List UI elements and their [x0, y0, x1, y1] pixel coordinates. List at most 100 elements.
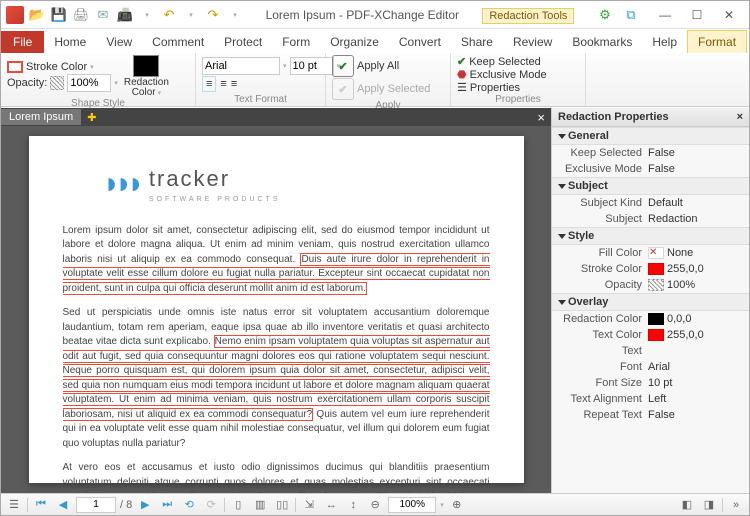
- section-subject[interactable]: Subject: [552, 177, 749, 195]
- apply-selected-button[interactable]: ✔Apply Selected: [332, 78, 430, 100]
- layout-cont-icon[interactable]: ▥: [251, 497, 269, 513]
- tab-home[interactable]: Home: [44, 31, 96, 53]
- prop-stroke-color[interactable]: Stroke Color255,0,0: [552, 261, 749, 277]
- font-input[interactable]: [202, 57, 280, 75]
- apply-all-button[interactable]: ✔Apply All: [332, 55, 430, 77]
- panel-header: Redaction Properties×: [552, 108, 749, 127]
- fit-page-icon[interactable]: ⇲: [300, 497, 318, 513]
- paragraph-1: Lorem ipsum dolor sit amet, consectetur …: [63, 224, 490, 297]
- redaction-properties-panel: Redaction Properties× General Keep Selec…: [551, 108, 749, 493]
- doc-close-button[interactable]: ×: [531, 110, 551, 125]
- nav-back-icon[interactable]: ⟲: [180, 497, 198, 513]
- zoom-in-icon[interactable]: ⊕: [448, 497, 466, 513]
- tab-protect[interactable]: Protect: [214, 31, 272, 53]
- group-label: Text Format: [202, 94, 319, 105]
- options-icon[interactable]: ☰: [5, 497, 23, 513]
- zoom-input[interactable]: [388, 497, 436, 513]
- document-tabs: Lorem Ipsum ✚ ×: [1, 108, 551, 126]
- prev-page-icon[interactable]: ◀: [54, 497, 72, 513]
- prop-opacity[interactable]: Opacity100%: [552, 277, 749, 293]
- app-icon[interactable]: [5, 5, 25, 25]
- prop-text-color[interactable]: Text Color255,0,0: [552, 327, 749, 343]
- qat-drop-icon[interactable]: ▾: [137, 5, 157, 25]
- redaction-color-button[interactable]: RedactionColor ▾: [124, 55, 169, 98]
- layout-single-icon[interactable]: ▯: [229, 497, 247, 513]
- next-page-icon[interactable]: ▶: [136, 497, 154, 513]
- tab-convert[interactable]: Convert: [389, 31, 451, 53]
- prop-font-size[interactable]: Font Size10 pt: [552, 375, 749, 391]
- prop-exclusive-mode[interactable]: Exclusive ModeFalse: [552, 161, 749, 177]
- group-shape-style: Stroke Color ▾ Opacity:▾ RedactionColor …: [1, 53, 196, 106]
- prop-fill-color[interactable]: Fill Color✕None: [552, 245, 749, 261]
- email-icon[interactable]: ✉: [93, 5, 113, 25]
- tab-bookmarks[interactable]: Bookmarks: [562, 31, 642, 53]
- prop-repeat-text[interactable]: Repeat TextFalse: [552, 407, 749, 423]
- prop-keep-selected[interactable]: Keep SelectedFalse: [552, 145, 749, 161]
- section-general[interactable]: General: [552, 127, 749, 145]
- apply-all-icon: ✔: [332, 55, 354, 77]
- file-tab[interactable]: File: [1, 31, 44, 53]
- align-center-icon[interactable]: ≡: [220, 78, 226, 90]
- prop-subject-kind[interactable]: Subject KindDefault: [552, 195, 749, 211]
- first-page-icon[interactable]: ⏮: [32, 497, 50, 513]
- page: ◗◗◗ tracker SOFTWARE PRODUCTS Lorem ipsu…: [29, 136, 524, 483]
- nav-fwd-icon[interactable]: ⟳: [202, 497, 220, 513]
- window-title-area: Lorem Ipsum - PDF-XChange Editor Redacti…: [249, 8, 591, 22]
- save-icon[interactable]: 💾: [49, 5, 69, 25]
- stroke-color-swatch: [648, 263, 664, 275]
- new-tab-button[interactable]: ✚: [81, 111, 102, 124]
- exclusive-icon: ⬣: [457, 68, 467, 81]
- layout-two-icon[interactable]: ▯▯: [273, 497, 291, 513]
- zoom-drop-icon[interactable]: ▾: [440, 501, 444, 509]
- stroke-swatch-icon: [7, 61, 23, 73]
- sidebar-right-icon[interactable]: ◨: [700, 497, 718, 513]
- opacity-input[interactable]: [67, 74, 111, 92]
- panel-close-icon[interactable]: ×: [737, 111, 743, 123]
- page-input[interactable]: [76, 497, 116, 513]
- close-button[interactable]: ✕: [715, 5, 743, 25]
- doc-tab[interactable]: Lorem Ipsum: [1, 109, 81, 125]
- sidebar-left-icon[interactable]: ◧: [678, 497, 696, 513]
- minimize-button[interactable]: —: [651, 5, 679, 25]
- zoom-out-icon[interactable]: ⊖: [366, 497, 384, 513]
- status-bar: ☰ ⏮ ◀ / 8 ▶ ⏭ ⟲ ⟳ ▯ ▥ ▯▯ ⇲ ↔ ↕ ⊖ ▾ ⊕ ◧ ◨…: [1, 493, 749, 515]
- fit-height-icon[interactable]: ↕: [344, 497, 362, 513]
- align-left-icon[interactable]: ≡: [202, 76, 216, 92]
- prop-redaction-color[interactable]: Redaction Color0,0,0: [552, 311, 749, 327]
- section-style[interactable]: Style: [552, 227, 749, 245]
- scan-icon[interactable]: 📠: [115, 5, 135, 25]
- prop-text-alignment[interactable]: Text AlignmentLeft: [552, 391, 749, 407]
- undo-drop-icon[interactable]: ▾: [181, 5, 201, 25]
- tab-organize[interactable]: Organize: [320, 31, 389, 53]
- print-icon[interactable]: 🖨: [71, 5, 91, 25]
- exclusive-mode-button[interactable]: ⬣Exclusive Mode: [457, 68, 547, 81]
- page-viewport[interactable]: ◗◗◗ tracker SOFTWARE PRODUCTS Lorem ipsu…: [1, 126, 551, 493]
- prop-subject[interactable]: SubjectRedaction: [552, 211, 749, 227]
- group-text-format: ▾▾ ≡ ≡ ≡ Text Format: [196, 53, 326, 106]
- tab-comment[interactable]: Comment: [142, 31, 214, 53]
- tab-share[interactable]: Share: [451, 31, 503, 53]
- section-overlay[interactable]: Overlay: [552, 293, 749, 311]
- fit-width-icon[interactable]: ↔: [322, 497, 340, 513]
- launch-icon[interactable]: ⧉: [621, 5, 641, 25]
- stroke-color-button[interactable]: Stroke Color ▾: [7, 61, 118, 73]
- undo-icon[interactable]: ↶: [159, 5, 179, 25]
- redo-drop-icon[interactable]: ▾: [225, 5, 245, 25]
- open-icon[interactable]: 📂: [27, 5, 47, 25]
- last-page-icon[interactable]: ⏭: [158, 497, 176, 513]
- tab-review[interactable]: Review: [503, 31, 562, 53]
- maximize-button[interactable]: ☐: [683, 5, 711, 25]
- tab-help[interactable]: Help: [642, 31, 687, 53]
- redo-icon[interactable]: ↷: [203, 5, 223, 25]
- tab-view[interactable]: View: [96, 31, 142, 53]
- tab-format[interactable]: Format: [687, 30, 747, 53]
- properties-button[interactable]: ☰Properties: [457, 81, 547, 94]
- prop-text[interactable]: Text: [552, 343, 749, 359]
- align-right-icon[interactable]: ≡: [231, 78, 237, 90]
- settings-icon[interactable]: ⚙: [595, 5, 615, 25]
- tab-form[interactable]: Form: [272, 31, 320, 53]
- expand-icon[interactable]: »: [727, 497, 745, 513]
- prop-font[interactable]: FontArial: [552, 359, 749, 375]
- document-area: Lorem Ipsum ✚ × ◗◗◗ tracker SOFTWARE PRO…: [1, 108, 551, 493]
- keep-selected-button[interactable]: ✔Keep Selected: [457, 55, 547, 68]
